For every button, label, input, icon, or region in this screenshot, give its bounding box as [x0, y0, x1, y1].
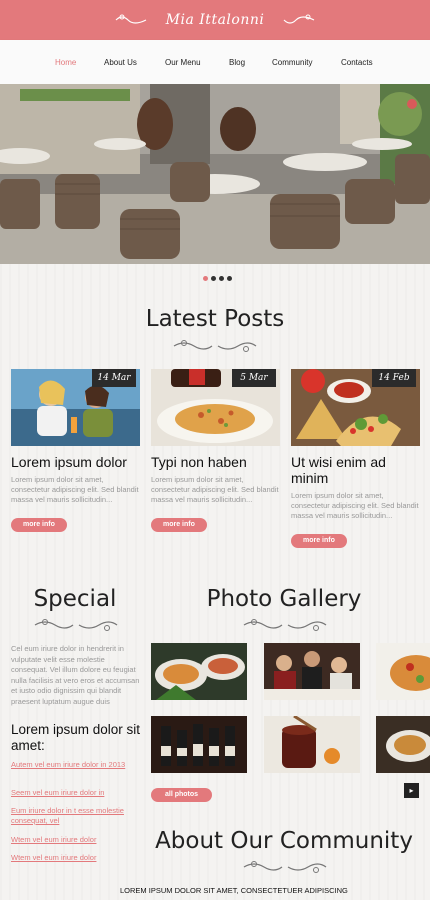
- gallery-thumbnail[interactable]: [264, 716, 360, 773]
- photo-gallery-title: Photo Gallery: [206, 586, 362, 612]
- gallery-thumbnail[interactable]: [376, 643, 430, 700]
- post-excerpt: Lorem ipsum dolor sit amet, consectetur …: [151, 475, 279, 504]
- post-image[interactable]: 5 Mar: [151, 369, 280, 446]
- special-link[interactable]: Seem vel eum iriure dolor in: [11, 788, 136, 798]
- logo[interactable]: Mia Ittalonni: [166, 12, 265, 28]
- nav-home[interactable]: Home: [55, 58, 76, 67]
- gallery-thumbnail[interactable]: [151, 716, 247, 773]
- post-title[interactable]: Typi non haben: [151, 454, 280, 470]
- more-info-button[interactable]: more info: [151, 517, 207, 532]
- post-card: 14 Feb Ut wisi enim ad minim Lorem ipsum…: [291, 369, 420, 548]
- all-photos-button[interactable]: all photos: [151, 787, 213, 802]
- gallery-thumbnail[interactable]: [376, 716, 430, 773]
- post-image[interactable]: 14 Mar: [11, 369, 140, 446]
- more-info-button[interactable]: more info: [291, 533, 347, 548]
- about-community-title: About Our Community: [155, 828, 413, 854]
- post-image[interactable]: 14 Feb: [291, 369, 420, 446]
- special-link[interactable]: Wtem vel eum iriure dolor: [11, 835, 136, 845]
- slider-dot[interactable]: [219, 276, 224, 281]
- special-title: Special: [33, 586, 117, 612]
- divider-ornament-icon: [243, 861, 327, 873]
- community-tagline: LOREM IPSUM DOLOR SIT AMET, CONSECTETUER…: [120, 886, 348, 895]
- gallery-thumbnail[interactable]: [264, 643, 360, 700]
- nav-blog[interactable]: Blog: [229, 58, 245, 67]
- main-nav: Home About Us Our Menu Blog Community Co…: [0, 40, 430, 84]
- special-link[interactable]: Eum iriure dolor in t esse molestie cons…: [11, 806, 136, 825]
- swirl-ornament-icon: [115, 14, 146, 24]
- nav-community[interactable]: Community: [272, 58, 312, 67]
- slider-pagination: [203, 276, 232, 281]
- post-excerpt: Lorem ipsum dolor sit amet, consectetur …: [11, 475, 139, 504]
- divider-ornament-icon: [173, 340, 257, 352]
- post-card: 14 Mar Lorem ipsum dolor Lorem ipsum dol…: [11, 369, 140, 532]
- special-subheading: Lorem ipsum dolor sit amet:: [11, 722, 141, 753]
- post-title[interactable]: Ut wisi enim ad minim: [291, 454, 420, 486]
- special-link[interactable]: Autem vel eum iriure dolor in 2013: [11, 760, 136, 770]
- post-title[interactable]: Lorem ipsum dolor: [11, 454, 140, 470]
- swirl-ornament-icon: [283, 14, 315, 24]
- nav-contacts[interactable]: Contacts: [341, 58, 373, 67]
- special-link[interactable]: Wtem vel eum iriure dolor: [11, 853, 136, 863]
- slider-dot[interactable]: [211, 276, 216, 281]
- nav-our-menu[interactable]: Our Menu: [165, 58, 201, 67]
- gallery-thumbnail[interactable]: [151, 643, 247, 700]
- post-date: 14 Mar: [92, 369, 136, 387]
- latest-posts-title: Latest Posts: [145, 306, 285, 332]
- post-date: 14 Feb: [372, 369, 416, 387]
- special-description: Cel eum iriure dolor in hendrerit in vul…: [11, 644, 140, 706]
- hero-slider-image[interactable]: [0, 84, 430, 264]
- divider-ornament-icon: [243, 619, 327, 631]
- divider-ornament-icon: [34, 619, 118, 631]
- nav-about-us[interactable]: About Us: [104, 58, 137, 67]
- slider-dot[interactable]: [227, 276, 232, 281]
- post-card: 5 Mar Typi non haben Lorem ipsum dolor s…: [151, 369, 280, 532]
- header-bar: Mia Ittalonni: [0, 0, 430, 40]
- post-date: 5 Mar: [232, 369, 276, 387]
- more-info-button[interactable]: more info: [11, 517, 67, 532]
- slider-dot[interactable]: [203, 276, 208, 281]
- chevron-right-icon[interactable]: ▸: [404, 783, 419, 798]
- post-excerpt: Lorem ipsum dolor sit amet, consectetur …: [291, 491, 419, 520]
